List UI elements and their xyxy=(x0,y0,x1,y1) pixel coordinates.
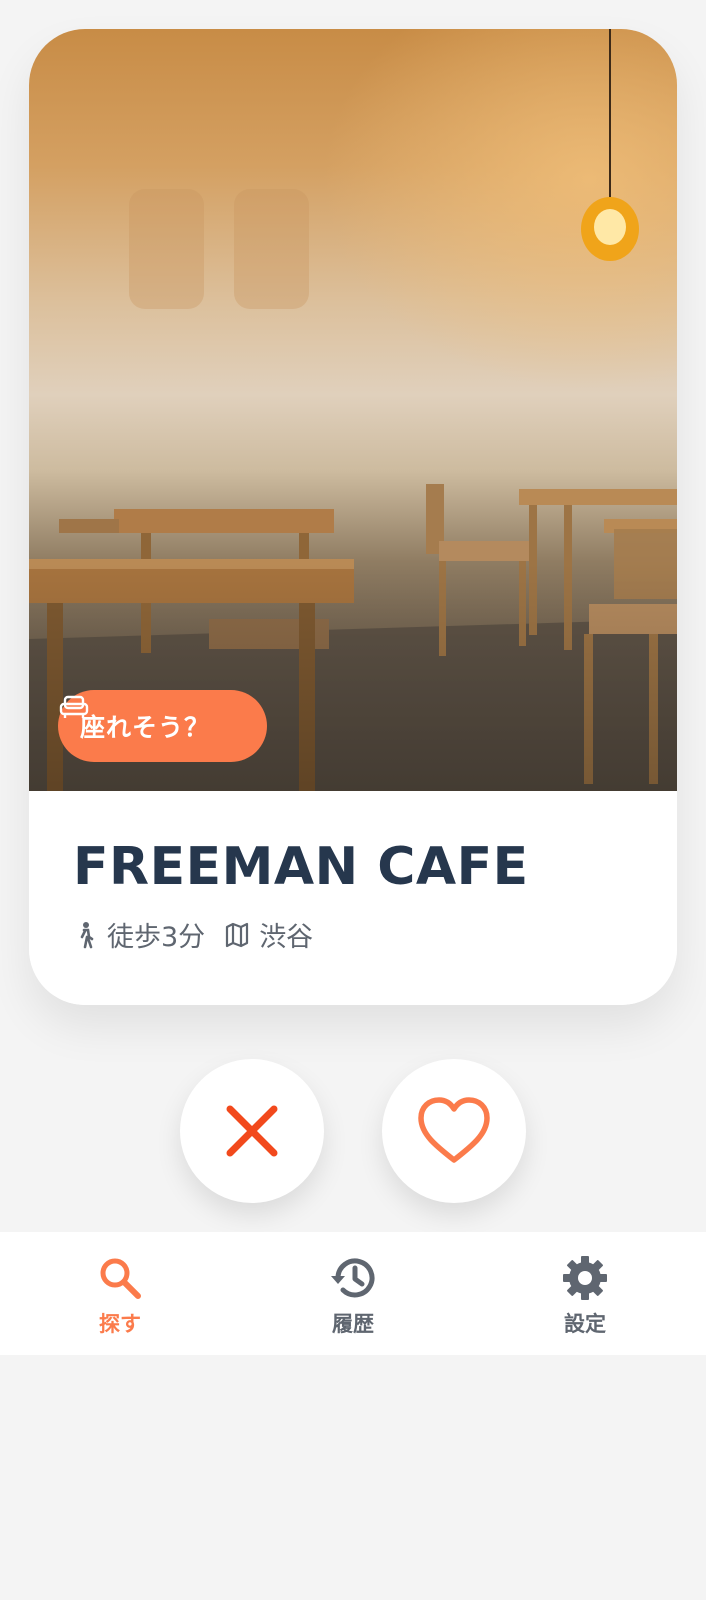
tab-settings-label: 設定 xyxy=(564,1312,606,1336)
tab-history[interactable]: 履歴 xyxy=(283,1232,423,1355)
like-button[interactable] xyxy=(382,1059,526,1203)
tab-history-label: 履歴 xyxy=(332,1312,374,1336)
history-icon xyxy=(331,1258,375,1298)
cafe-meta: 徒歩3分 渋谷 xyxy=(73,915,313,954)
close-icon xyxy=(226,1105,278,1157)
heart-icon xyxy=(418,1097,490,1163)
area-name: 渋谷 xyxy=(259,922,314,953)
gear-icon xyxy=(563,1256,607,1300)
seat-availability-badge[interactable]: 座れそう？ xyxy=(58,690,267,762)
bottom-tab-bar: 探す 履歴 設定 xyxy=(0,1232,706,1355)
search-icon xyxy=(100,1258,141,1299)
cafe-photo: 座れそう？ xyxy=(29,29,677,791)
tab-settings[interactable]: 設定 xyxy=(515,1232,655,1355)
walk-time: 徒歩3分 xyxy=(107,922,206,953)
cafe-card[interactable]: 座れそう？ FREEMAN CAFE 徒歩3分 渋谷 xyxy=(29,29,677,1005)
map-icon xyxy=(226,922,249,947)
tab-search[interactable]: 探す xyxy=(50,1232,190,1355)
seat-badge-label: 座れそう？ xyxy=(80,713,211,742)
sofa-icon xyxy=(59,695,89,718)
cafe-name: FREEMAN CAFE xyxy=(73,837,529,897)
skip-button[interactable] xyxy=(180,1059,324,1203)
cafe-info: FREEMAN CAFE 徒歩3分 渋谷 xyxy=(29,791,677,1005)
tab-search-label: 探す xyxy=(99,1312,141,1336)
walking-icon xyxy=(80,921,94,948)
